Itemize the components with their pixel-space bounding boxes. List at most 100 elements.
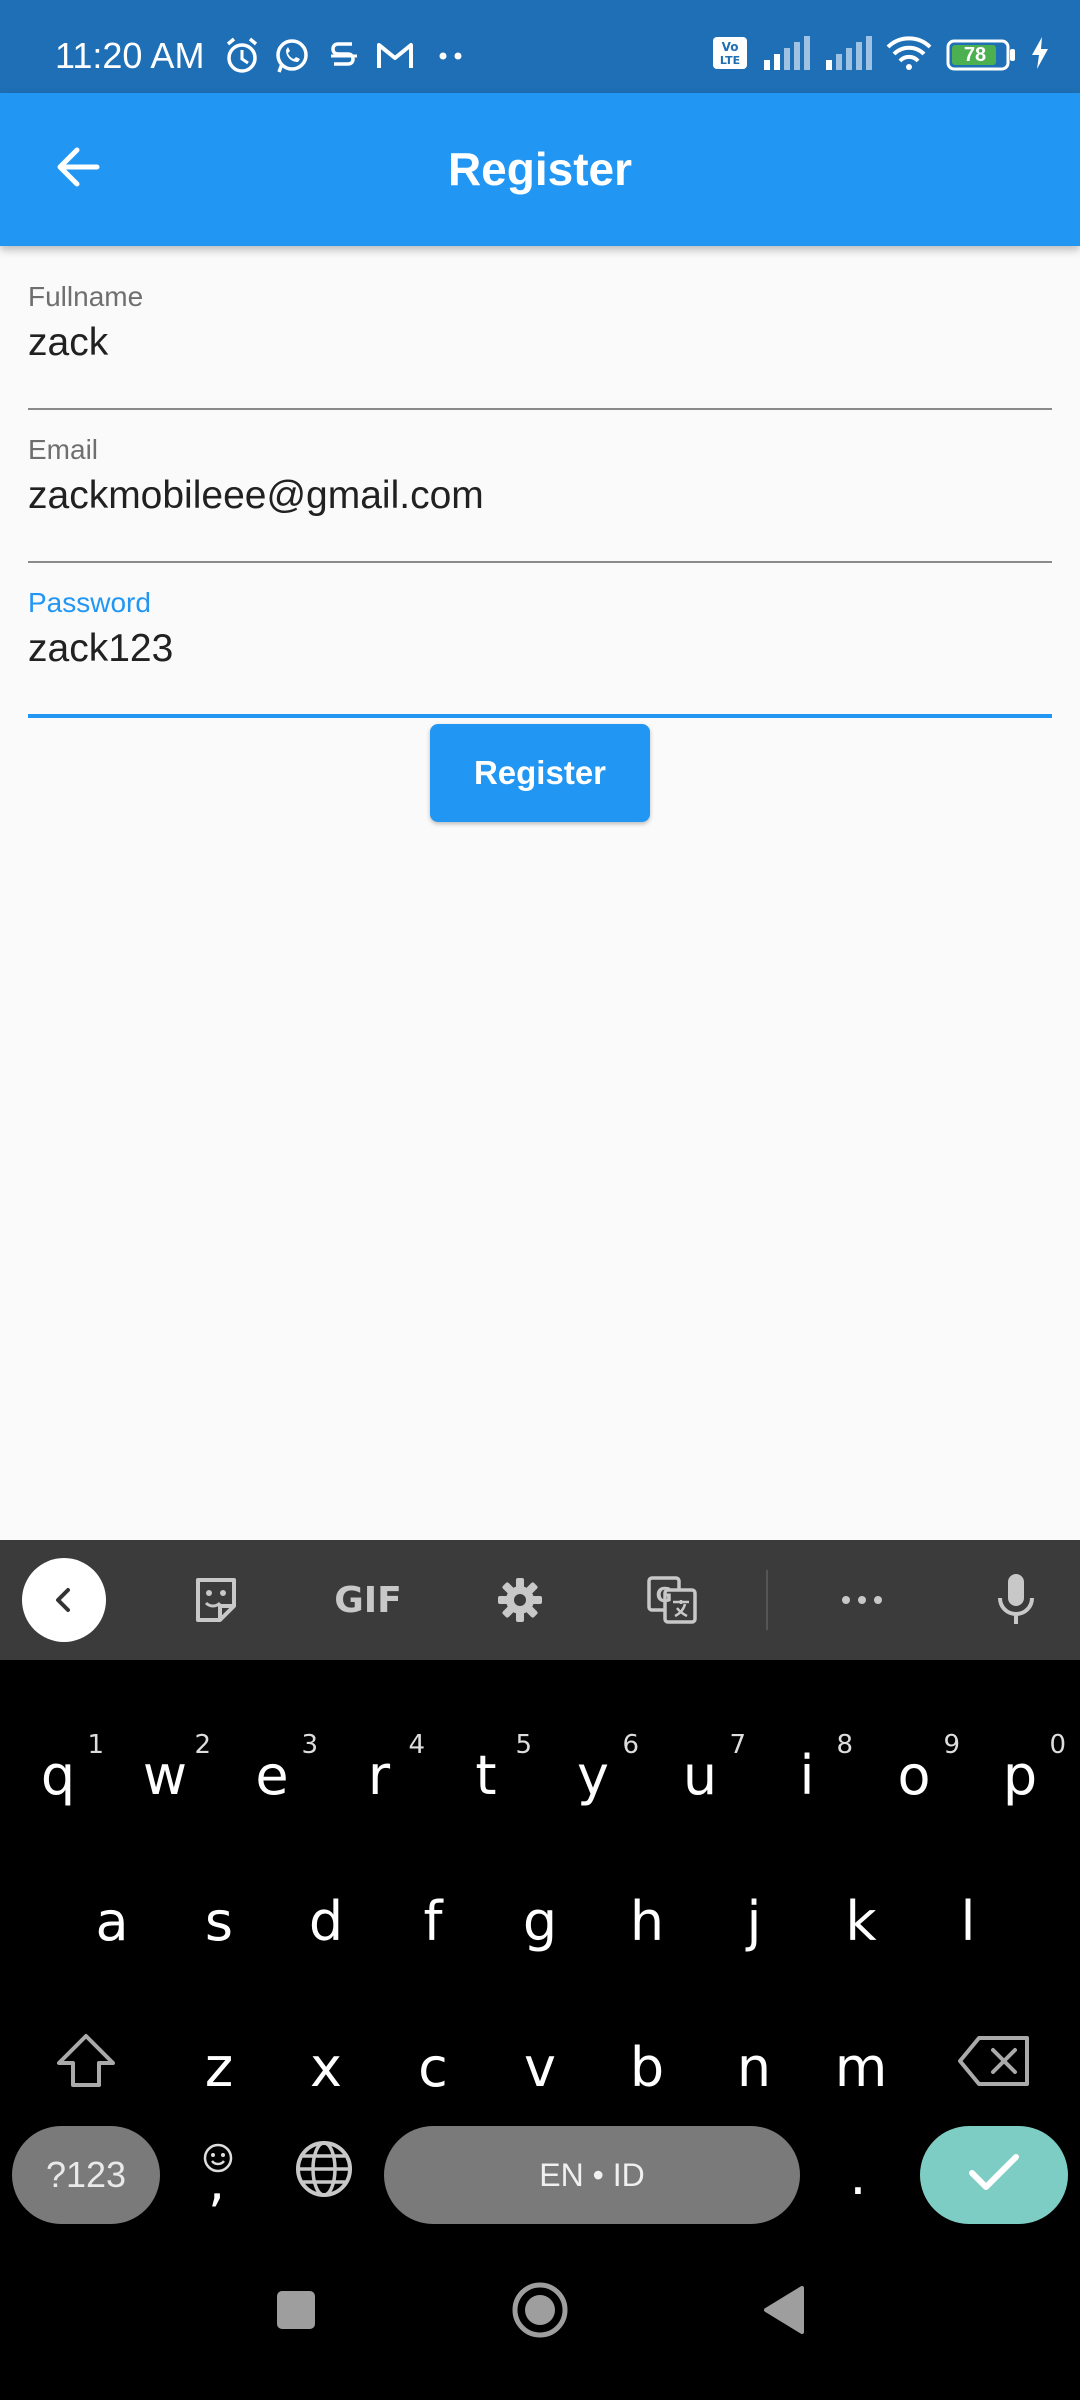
fullname-label: Fullname [28,281,144,312]
backspace-icon [957,2034,1031,2101]
key-label: x [310,2035,342,2099]
key-label: g [522,1889,558,1953]
key-d[interactable]: d [276,1856,376,1986]
key-e[interactable]: e3 [222,1710,322,1840]
language-key[interactable] [274,2110,374,2240]
more-dots-icon [436,36,466,76]
key-u[interactable]: u7 [650,1710,750,1840]
fullname-input[interactable]: zack [28,318,108,368]
key-o[interactable]: o9 [864,1710,964,1840]
key-s[interactable]: s [169,1856,269,1986]
key-label: b [629,2035,665,2099]
key-label: n [736,2035,772,2099]
key-label: e [255,1743,289,1807]
enter-key[interactable] [920,2126,1068,2224]
key-k[interactable]: k [811,1856,911,1986]
key-t[interactable]: t5 [436,1710,536,1840]
navigation-bar [0,2230,1080,2400]
key-hint: 9 [943,1730,960,1760]
period-key[interactable]: . [808,2110,908,2240]
collapse-chevron-icon[interactable] [22,1558,106,1642]
key-c[interactable]: c [383,2002,483,2132]
battery-icon: 78 [946,39,1016,71]
back-triangle-icon[interactable] [744,2270,824,2350]
key-j[interactable]: j [704,1856,804,1986]
microphone-icon[interactable] [976,1560,1056,1640]
key-a[interactable]: a [62,1856,162,1986]
key-label: j [746,1889,762,1953]
shift-key[interactable] [36,2002,136,2132]
key-hint: 6 [622,1730,639,1760]
key-label: m [834,2035,888,2099]
settings-gear-icon[interactable] [480,1560,560,1640]
key-h[interactable]: h [597,1856,697,1986]
key-label: q [40,1743,76,1807]
key-n[interactable]: n [704,2002,804,2132]
key-y[interactable]: y6 [543,1710,643,1840]
checkmark-icon [966,2151,1022,2200]
home-circle-icon[interactable] [500,2270,580,2350]
symbols-key[interactable]: ?123 [12,2126,160,2224]
key-label: p [1002,1743,1038,1807]
email-input[interactable]: zackmobileee@gmail.com [28,471,484,521]
more-icon[interactable] [822,1560,902,1640]
volte-icon: Vo LTE [712,36,748,75]
key-hint: 7 [729,1730,746,1760]
backspace-key[interactable] [944,2002,1044,2132]
space-key[interactable]: EN • ID [384,2126,800,2224]
wifi-icon [886,35,932,75]
notification-s-icon [326,36,362,76]
fullname-field[interactable]: Fullname zack [28,258,1052,410]
gif-icon[interactable]: GIF [328,1560,408,1640]
gmail-icon [374,36,416,76]
key-hint: 4 [408,1730,425,1760]
key-label: f [423,1889,443,1953]
charging-icon [1030,36,1050,75]
key-label: t [475,1743,497,1807]
key-label: o [897,1743,931,1807]
email-underline [28,561,1052,563]
keyboard-toolbar: GIF G [0,1540,1080,1660]
key-l[interactable]: l [918,1856,1018,1986]
key-r[interactable]: r4 [329,1710,429,1840]
key-v[interactable]: v [490,2002,590,2132]
globe-icon [294,2139,354,2212]
signal-1-icon [762,35,810,75]
svg-text:G: G [656,1583,672,1607]
password-input[interactable]: zack123 [28,624,173,674]
key-label: h [629,1889,665,1953]
toolbar-divider [766,1570,768,1630]
key-label: i [799,1743,815,1807]
key-label: s [204,1889,234,1953]
key-label: u [682,1743,718,1807]
password-label: Password [28,587,151,618]
recents-square-icon[interactable] [256,2270,336,2350]
whatsapp-icon [272,36,312,76]
key-q[interactable]: q1 [8,1710,108,1840]
comma-key[interactable]: , [168,2110,268,2240]
fullname-underline [28,408,1052,410]
shift-icon [54,2031,118,2104]
key-f[interactable]: f [383,1856,483,1986]
key-w[interactable]: w2 [115,1710,215,1840]
key-p[interactable]: p0 [970,1710,1070,1840]
key-b[interactable]: b [597,2002,697,2132]
translate-icon[interactable]: G [632,1560,712,1640]
signal-2-icon [824,35,872,75]
status-bar: 11:20 AM Vo LTE 78 [0,0,1080,93]
password-underline [28,714,1052,718]
sticker-icon[interactable] [176,1560,256,1640]
key-hint: 2 [194,1730,211,1760]
email-field[interactable]: Email zackmobileee@gmail.com [28,411,1052,563]
key-i[interactable]: i8 [757,1710,857,1840]
key-hint: 3 [301,1730,318,1760]
key-g[interactable]: g [490,1856,590,1986]
key-label: r [367,1743,391,1807]
key-hint: 8 [836,1730,853,1760]
key-label: d [308,1889,344,1953]
register-button[interactable]: Register [430,724,650,822]
key-label: a [95,1889,129,1953]
password-field[interactable]: Password zack123 [28,564,1052,718]
app-bar: Register [0,93,1080,246]
comma-label: , [208,2150,226,2213]
